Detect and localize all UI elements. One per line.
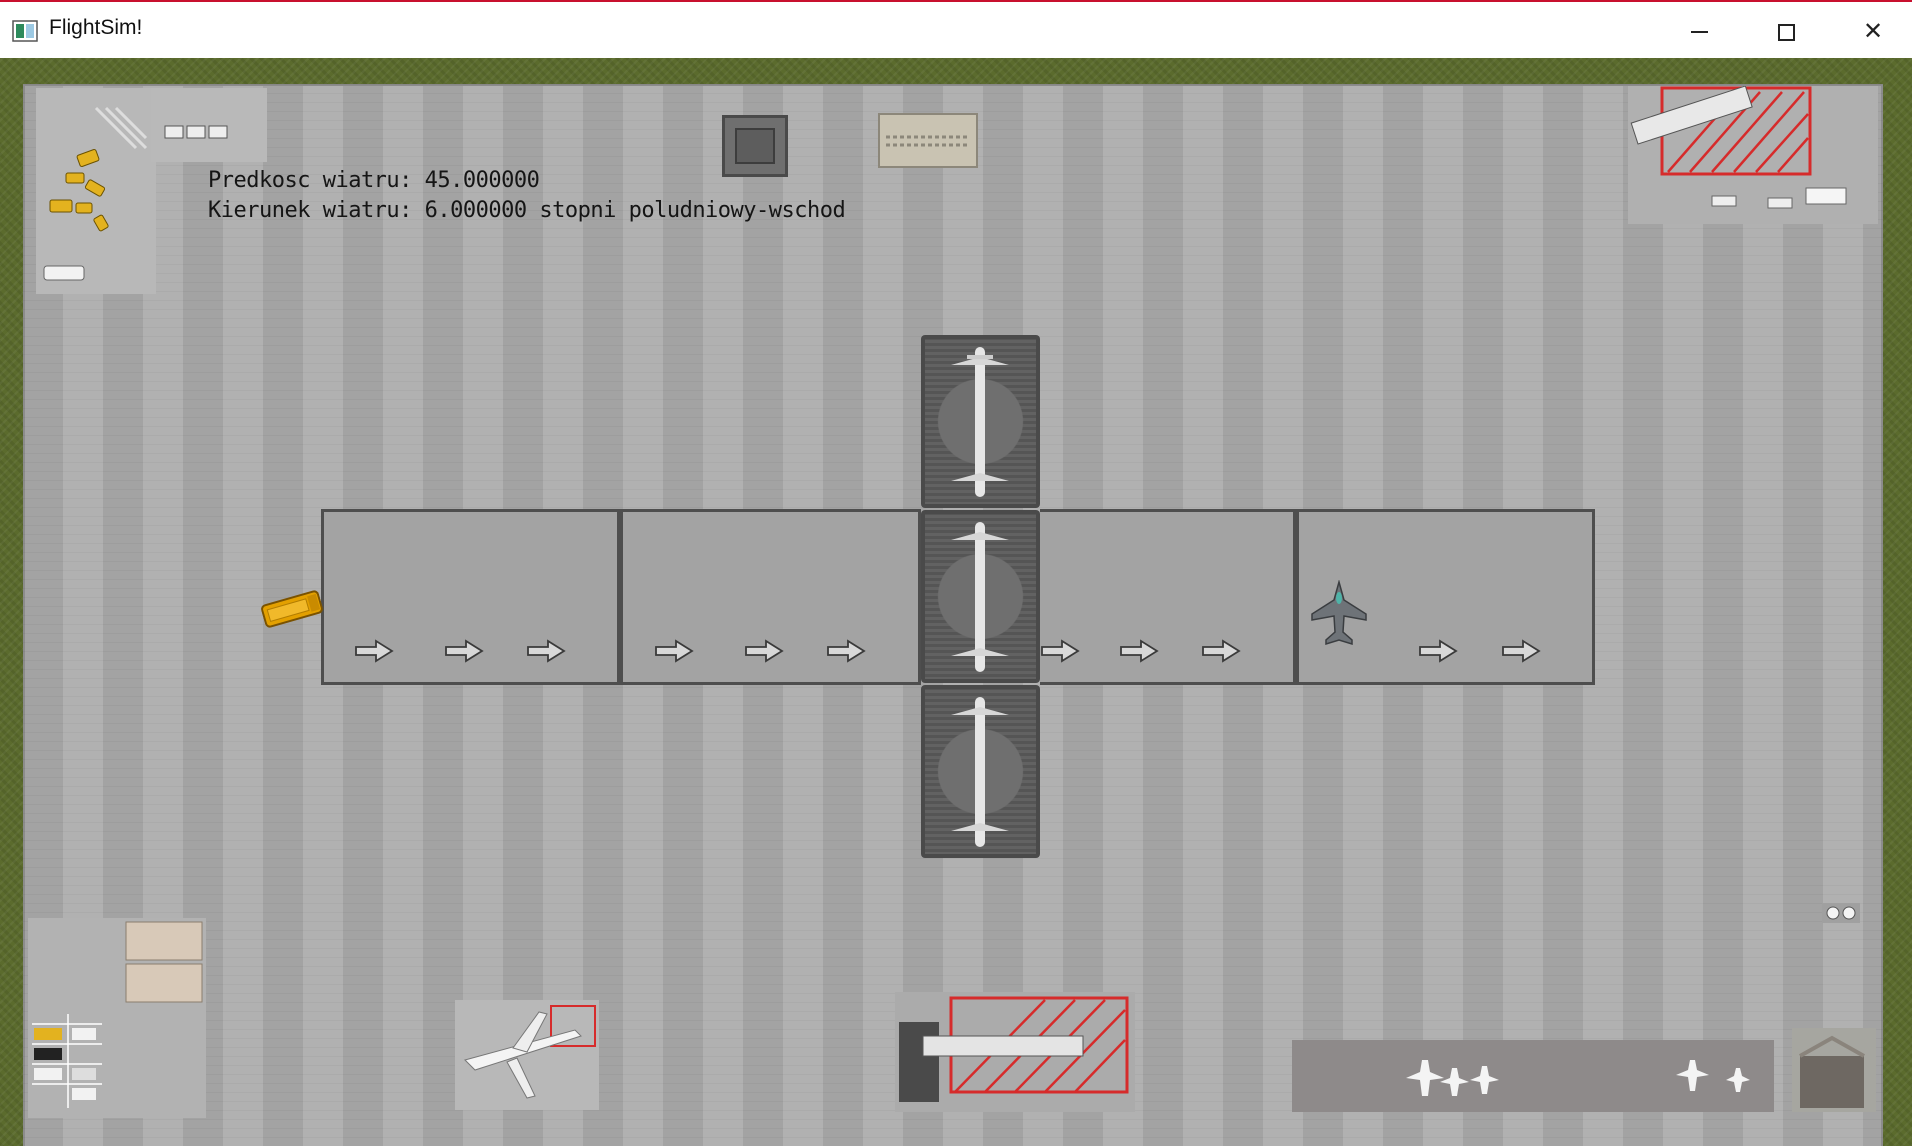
luggage-cart-icon bbox=[1826, 906, 1856, 920]
arrow-right-icon bbox=[1119, 639, 1159, 663]
minimize-button[interactable] bbox=[1655, 4, 1743, 58]
arrow-right-icon bbox=[444, 639, 484, 663]
parked-cars-icon bbox=[32, 921, 203, 1108]
cargo-pallets bbox=[878, 113, 978, 168]
cargo-pallets-icon bbox=[886, 135, 970, 147]
parked-airliner-icon bbox=[951, 522, 1009, 672]
player-plane[interactable] bbox=[1308, 579, 1370, 646]
vehicle-parking-top-left bbox=[36, 88, 156, 294]
wind-direction-text: Kierunek wiatru: 6.000000 stopni poludni… bbox=[208, 198, 846, 223]
maximize-button[interactable] bbox=[1742, 4, 1830, 58]
close-icon: ✕ bbox=[1862, 17, 1884, 45]
jet-bridge-top-right bbox=[1628, 85, 1878, 224]
terminal-gate-3 bbox=[921, 685, 1040, 858]
terminal-gate-2 bbox=[921, 510, 1040, 683]
close-button[interactable]: ✕ bbox=[1829, 4, 1912, 58]
arrow-right-icon bbox=[1201, 639, 1241, 663]
hangar-bottom-right bbox=[1792, 1028, 1876, 1112]
terminal-gate-1 bbox=[921, 335, 1040, 508]
small-aircraft-icon bbox=[1406, 1060, 1750, 1096]
parked-airliner-icon bbox=[951, 697, 1009, 847]
window-title: FlightSim! bbox=[49, 16, 143, 39]
window-titlebar[interactable]: FlightSim! ✕ bbox=[0, 0, 1912, 58]
arrow-right-icon bbox=[354, 639, 394, 663]
arrow-right-icon bbox=[826, 639, 866, 663]
maximize-icon bbox=[1777, 23, 1795, 41]
airliner-bottom bbox=[455, 1000, 599, 1110]
taxiway-bottom-right bbox=[1292, 1040, 1774, 1112]
airliner-icon bbox=[464, 1005, 596, 1099]
hazard-zone-icon bbox=[899, 996, 1129, 1102]
fighter-jet-icon bbox=[1311, 579, 1367, 646]
hazard-zone-icon bbox=[1630, 85, 1847, 209]
arrow-right-icon bbox=[744, 639, 784, 663]
parked-airliner-icon bbox=[951, 347, 1009, 497]
arrow-right-icon bbox=[1501, 639, 1541, 663]
arrow-right-icon bbox=[1418, 639, 1458, 663]
app-icon bbox=[12, 20, 38, 42]
minimize-icon bbox=[1690, 31, 1708, 33]
game-canvas[interactable]: Predkosc wiatru: 45.000000 Kierunek wiat… bbox=[0, 58, 1912, 1146]
parked-vehicles-icon bbox=[43, 106, 148, 281]
arrow-right-icon bbox=[654, 639, 694, 663]
jet-bridge-bottom bbox=[895, 992, 1135, 1112]
small-vehicles-right bbox=[1822, 903, 1860, 923]
shed-top-left bbox=[151, 88, 267, 162]
arrow-right-icon bbox=[1040, 639, 1080, 663]
wind-speed-text: Predkosc wiatru: 45.000000 bbox=[208, 168, 540, 193]
hangar-icon bbox=[1799, 1035, 1865, 1108]
arrow-right-icon bbox=[526, 639, 566, 663]
helipad bbox=[722, 115, 788, 177]
parking-lot-bottom-left bbox=[28, 918, 206, 1118]
shed-icon bbox=[164, 125, 228, 139]
